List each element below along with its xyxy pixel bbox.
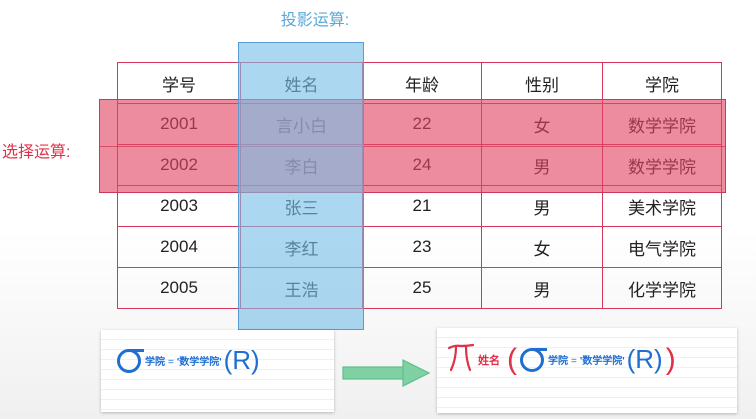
- table-row: 2005 王浩 25 男 化学学院: [117, 267, 722, 309]
- relation-table: 学号 姓名 年龄 性别 学院 2001 言小白 22 女 数学学院 2002 李…: [117, 62, 722, 309]
- condition-eq: =: [168, 357, 174, 368]
- table-cell: 女: [481, 103, 603, 145]
- selection-condition: 学院 = '数学学院': [145, 353, 222, 368]
- table-cell: 美术学院: [602, 185, 722, 227]
- table-cell: 2002: [117, 144, 241, 186]
- table-cell: 言小白: [240, 103, 363, 145]
- table-cell: 25: [362, 267, 482, 309]
- projection-label: 投影运算:: [280, 12, 350, 29]
- table-row: 2003 张三 21 男 美术学院: [117, 185, 722, 227]
- close-paren: ): [665, 342, 676, 376]
- selection-formula: 学院 = '数学学院' (R): [117, 345, 260, 376]
- inner-condition: 学院 = '数学学院': [548, 352, 625, 367]
- table-cell: 数学学院: [602, 103, 722, 145]
- table-cell: 23: [362, 226, 482, 268]
- relation-r: (R): [626, 344, 663, 374]
- table-cell: 2003: [117, 185, 241, 227]
- table-header-row: 学号 姓名 年龄 性别 学院: [117, 62, 722, 104]
- table-cell: 2001: [117, 103, 241, 145]
- header-cell: 姓名: [240, 62, 363, 104]
- table-cell: 22: [362, 103, 482, 145]
- relation-r: (R): [223, 345, 260, 375]
- table-row: 2004 李红 23 女 电气学院: [117, 226, 722, 268]
- table-cell: 王浩: [240, 267, 363, 309]
- header-cell: 学院: [602, 62, 722, 104]
- table-cell: 数学学院: [602, 144, 722, 186]
- condition-value: '数学学院': [176, 357, 222, 368]
- pi-icon: [447, 342, 475, 377]
- table-cell: 男: [481, 144, 603, 186]
- header-cell: 年龄: [362, 62, 482, 104]
- table-cell: 张三: [240, 185, 363, 227]
- sigma-icon: [520, 347, 547, 372]
- table-cell: 24: [362, 144, 482, 186]
- table-cell: 2005: [117, 267, 241, 309]
- projection-attr: 姓名: [478, 354, 500, 367]
- sigma-icon: [117, 348, 144, 373]
- open-paren: (: [507, 342, 517, 376]
- table-cell: 21: [362, 185, 482, 227]
- selection-label: 选择运算:: [2, 144, 71, 161]
- table-cell: 2004: [117, 226, 241, 268]
- table-cell: 电气学院: [602, 226, 722, 268]
- header-cell: 学号: [117, 62, 241, 104]
- condition-attr: 学院: [145, 357, 165, 368]
- projection-formula: 姓名 ( 学院 = '数学学院' (R) ): [447, 342, 679, 377]
- table-row: 2001 言小白 22 女 数学学院: [117, 103, 722, 145]
- table-cell: 女: [481, 226, 603, 268]
- condition-attr: 学院: [548, 356, 568, 367]
- table-cell: 李白: [240, 144, 363, 186]
- table-cell: 男: [481, 185, 603, 227]
- condition-eq: =: [571, 356, 577, 367]
- arrow-right-icon: [342, 359, 431, 387]
- header-cell: 性别: [481, 62, 603, 104]
- condition-value: '数学学院': [579, 356, 625, 367]
- table-cell: 李红: [240, 226, 363, 268]
- table-cell: 化学学院: [602, 267, 722, 309]
- table-row: 2002 李白 24 男 数学学院: [117, 144, 722, 186]
- table-cell: 男: [481, 267, 603, 309]
